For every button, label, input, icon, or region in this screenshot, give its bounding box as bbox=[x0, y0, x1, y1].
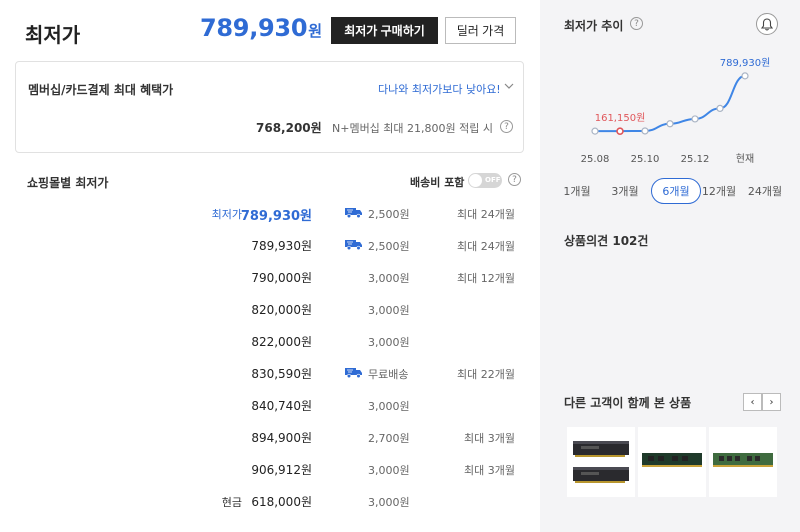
data-point bbox=[591, 127, 599, 135]
mall-price[interactable]: 894,900원 bbox=[251, 429, 312, 446]
lowest-price-value: 789,930원 bbox=[200, 14, 322, 42]
lowest-price-title: 최저가 bbox=[25, 23, 81, 47]
shipping-include-label: 배송비 포함 bbox=[410, 176, 465, 189]
related-products bbox=[567, 427, 777, 497]
period-tab[interactable]: 24개월 bbox=[745, 178, 785, 204]
benefit-box: 멤버십/카드결제 최대 혜택가 다나와 최저가보다 낮아요! 768,200원 … bbox=[15, 61, 524, 153]
mall-price[interactable]: 618,000원 bbox=[251, 493, 312, 510]
mall-price[interactable]: 830,590원 bbox=[251, 365, 312, 382]
toggle-state: OFF bbox=[485, 176, 501, 184]
product-thumbnail[interactable] bbox=[709, 427, 777, 497]
shipping-include-toggle[interactable]: OFF bbox=[468, 173, 502, 188]
installment: 최대 24개월 bbox=[457, 208, 515, 221]
mall-price-row[interactable]: 789,930원 2,500원 최대 24개월 bbox=[0, 236, 540, 256]
price-trend-title: 최저가 추이 bbox=[564, 19, 624, 33]
bell-icon[interactable] bbox=[756, 13, 778, 35]
review-count[interactable]: 상품의견 102건 bbox=[564, 232, 648, 249]
mall-price-row[interactable]: 894,900원 2,700원 최대 3개월 bbox=[0, 428, 540, 448]
benefit-price: 768,200원 bbox=[256, 121, 322, 135]
period-tab[interactable]: 12개월 bbox=[699, 178, 739, 204]
delivery-truck-icon bbox=[345, 240, 362, 250]
shipping-fee: 3,000원 bbox=[368, 400, 410, 413]
installment: 최대 22개월 bbox=[457, 368, 515, 381]
data-point bbox=[741, 72, 749, 80]
price-trend-chart: 161,150원 789,930원 25.08 25.10 25.12 현재 bbox=[581, 57, 771, 165]
x-tick-label: 25.12 bbox=[681, 154, 710, 165]
mall-price[interactable]: 790,000원 bbox=[251, 269, 312, 286]
mall-price-row[interactable]: 현금 618,000원 3,000원 bbox=[0, 492, 540, 512]
benefit-title: 멤버십/카드결제 최대 혜택가 bbox=[28, 83, 174, 97]
period-tab[interactable]: 1개월 bbox=[562, 178, 592, 204]
mall-price-row[interactable]: 906,912원 3,000원 최대 3개월 bbox=[0, 460, 540, 480]
mall-price[interactable]: 840,740원 bbox=[251, 397, 312, 414]
data-point bbox=[641, 127, 649, 135]
shipping-fee: 2,700원 bbox=[368, 432, 410, 445]
row-label: 최저가 bbox=[211, 208, 242, 221]
buy-lowest-button[interactable]: 최저가 구매하기 bbox=[331, 17, 438, 44]
row-label: 현금 bbox=[221, 496, 242, 509]
period-tabs: 1개월 3개월 6개월 12개월 24개월 bbox=[562, 178, 792, 204]
data-point bbox=[691, 115, 699, 123]
shipping-fee: 무료배송 bbox=[368, 368, 409, 381]
data-point bbox=[716, 104, 724, 112]
installment: 최대 12개월 bbox=[457, 272, 515, 285]
x-tick-label: 현재 bbox=[736, 153, 754, 165]
period-tab[interactable]: 6개월 bbox=[651, 178, 701, 204]
mall-price-row[interactable]: 최저가 789,930원 2,500원 최대 24개월 bbox=[0, 204, 540, 224]
benefit-note: N+멤버십 최대 21,800원 적립 시 bbox=[332, 122, 494, 135]
mall-price-row[interactable]: 820,000원 3,000원 bbox=[0, 300, 540, 320]
x-tick-label: 25.10 bbox=[631, 154, 660, 165]
data-label: 161,150원 bbox=[595, 112, 646, 124]
shipping-fee: 3,000원 bbox=[368, 272, 410, 285]
delivery-truck-icon bbox=[345, 368, 362, 378]
mall-price[interactable]: 820,000원 bbox=[251, 301, 312, 318]
mall-price[interactable]: 789,930원 bbox=[241, 205, 312, 224]
mall-price[interactable]: 822,000원 bbox=[251, 333, 312, 350]
next-button[interactable]: › bbox=[762, 393, 781, 411]
shipping-fee: 3,000원 bbox=[368, 496, 410, 509]
shipping-fee: 3,000원 bbox=[368, 304, 410, 317]
help-icon[interactable]: ? bbox=[630, 17, 643, 30]
mall-price[interactable]: 906,912원 bbox=[251, 461, 312, 478]
price-panel: 최저가 789,930원 최저가 구매하기 딜러 가격 멤버십/카드결제 최대 … bbox=[0, 0, 540, 532]
carousel-nav: ‹ › bbox=[743, 393, 781, 411]
installment: 최대 3개월 bbox=[464, 432, 515, 445]
data-label: 789,930원 bbox=[720, 57, 771, 69]
shipping-fee: 2,500원 bbox=[368, 240, 410, 253]
help-icon[interactable]: ? bbox=[508, 173, 521, 186]
data-point bbox=[616, 127, 624, 135]
shipping-fee: 2,500원 bbox=[368, 208, 410, 221]
side-panel: 최저가 추이 ? 161,150원 789,930원 25.08 25.10 25.12… bbox=[540, 0, 800, 532]
shipping-fee: 3,000원 bbox=[368, 336, 410, 349]
mall-price-row[interactable]: 830,590원 무료배송 최대 22개월 bbox=[0, 364, 540, 384]
prev-button[interactable]: ‹ bbox=[743, 393, 762, 411]
shipping-fee: 3,000원 bbox=[368, 464, 410, 477]
installment: 최대 3개월 bbox=[464, 464, 515, 477]
benefit-link[interactable]: 다나와 최저가보다 낮아요! bbox=[378, 81, 501, 97]
product-thumbnail[interactable] bbox=[567, 427, 635, 497]
product-thumbnail[interactable] bbox=[638, 427, 706, 497]
toggle-knob bbox=[469, 174, 482, 187]
installment: 최대 24개월 bbox=[457, 240, 515, 253]
help-icon[interactable]: ? bbox=[500, 120, 513, 133]
period-tab[interactable]: 3개월 bbox=[608, 178, 642, 204]
mall-price-row[interactable]: 840,740원 3,000원 bbox=[0, 396, 540, 416]
others-viewed-title: 다른 고객이 함께 본 상품 bbox=[564, 396, 692, 410]
mall-price[interactable]: 789,930원 bbox=[251, 237, 312, 254]
dealer-price-button[interactable]: 딜러 가격 bbox=[445, 17, 516, 44]
chevron-down-icon[interactable] bbox=[504, 81, 514, 94]
x-tick-label: 25.08 bbox=[581, 154, 610, 165]
mall-price-row[interactable]: 822,000원 3,000원 bbox=[0, 332, 540, 352]
mall-price-row[interactable]: 790,000원 3,000원 최대 12개월 bbox=[0, 268, 540, 288]
delivery-truck-icon bbox=[345, 208, 362, 218]
mall-section-title: 쇼핑몰별 최저가 bbox=[27, 176, 109, 190]
data-point bbox=[666, 120, 674, 128]
